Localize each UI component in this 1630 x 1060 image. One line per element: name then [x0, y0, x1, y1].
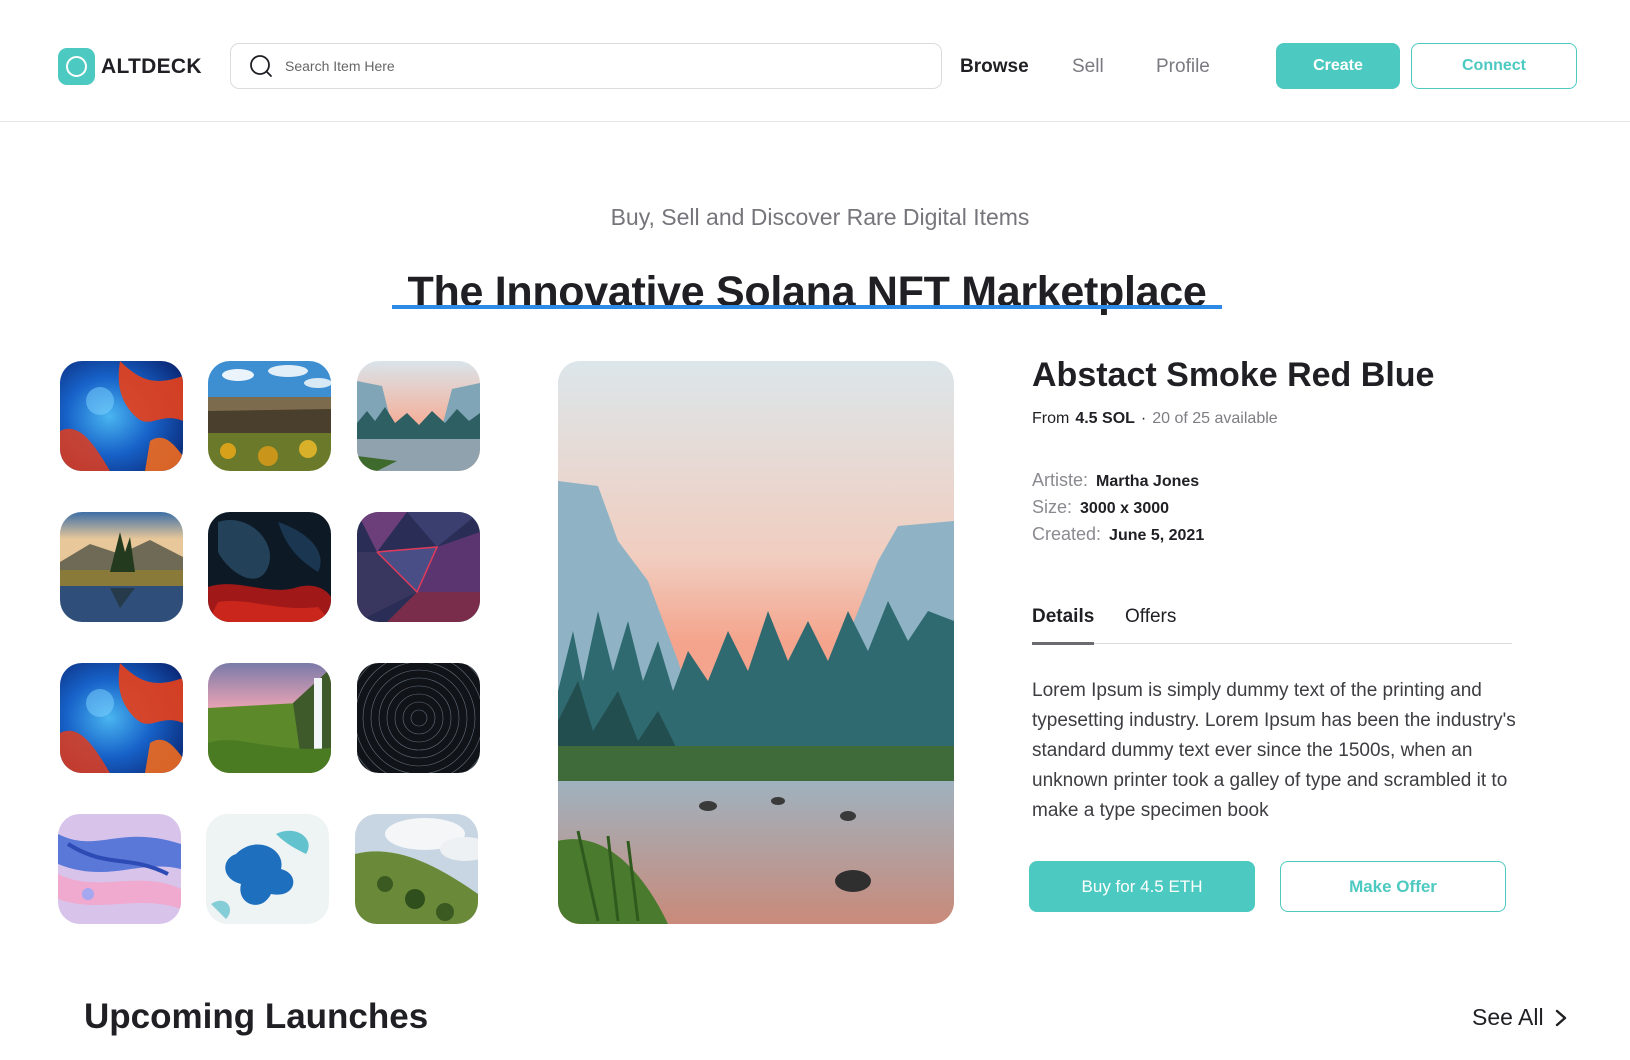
featured-artwork-image[interactable] — [558, 361, 954, 924]
hero-tagline: Buy, Sell and Discover Rare Digital Item… — [610, 204, 1030, 230]
brand-name: ALTDECK — [101, 54, 202, 78]
logo-mark-icon — [58, 48, 95, 85]
meta-size-label: Size: — [1032, 497, 1073, 517]
meta-artist: Artiste: Martha Jones — [1032, 470, 1199, 491]
meta-artist-value: Martha Jones — [1096, 473, 1200, 490]
thumbnail-pastel-marble[interactable] — [58, 814, 181, 924]
search-icon — [250, 55, 272, 77]
item-title: Abstact Smoke Red Blue — [1032, 356, 1435, 394]
thumbnail-green-hillside[interactable] — [355, 814, 478, 924]
brand-logo[interactable]: ALTDECK — [58, 48, 202, 85]
price-prefix: From — [1032, 410, 1070, 427]
nav-browse[interactable]: Browse — [960, 56, 1029, 78]
thumbnail-waterfall[interactable] — [208, 663, 331, 773]
meta-created-value: June 5, 2021 — [1109, 527, 1205, 544]
thumbnail-lake-reflection[interactable] — [60, 512, 183, 622]
chevron-right-icon — [1555, 1009, 1566, 1026]
search-bar[interactable] — [230, 43, 942, 89]
item-description: Lorem Ipsum is simply dummy text of the … — [1032, 680, 1516, 821]
availability-text: 20 of 25 available — [1152, 410, 1278, 427]
thumbnail-canyon[interactable] — [208, 361, 331, 471]
tab-details[interactable]: Details — [1032, 606, 1094, 628]
thumbnail-mountain-valley[interactable] — [357, 361, 480, 471]
price-separator: · — [1140, 410, 1147, 427]
create-button[interactable]: Create — [1276, 43, 1400, 89]
make-offer-button[interactable]: Make Offer — [1280, 861, 1506, 912]
meta-size-value: 3000 x 3000 — [1080, 500, 1170, 517]
meta-created: Created: June 5, 2021 — [1032, 524, 1204, 545]
thumbnail-abstract-smoke-2[interactable] — [60, 663, 183, 773]
hero-title: The Innovative Solana NFT Marketplace — [407, 268, 1207, 316]
item-price: 4.5 SOL — [1075, 410, 1135, 427]
nav-profile[interactable]: Profile — [1156, 56, 1210, 78]
thumbnail-blue-ink[interactable] — [206, 814, 329, 924]
see-all-link[interactable]: See All — [1472, 1004, 1568, 1031]
connect-button[interactable]: Connect — [1411, 43, 1577, 89]
top-header: ALTDECK Browse Sell Profile Create Conne… — [0, 0, 1630, 122]
meta-artist-label: Artiste: — [1032, 470, 1089, 490]
hero-title-underline — [392, 305, 1222, 309]
nav-sell[interactable]: Sell — [1072, 56, 1104, 78]
thumbnail-star-trails[interactable] — [357, 663, 480, 773]
search-input[interactable] — [285, 58, 905, 74]
item-tabs: Details Offers — [1032, 600, 1512, 645]
active-tab-indicator — [1032, 642, 1094, 645]
meta-created-label: Created: — [1032, 524, 1102, 544]
price-line: From 4.5 SOL · 20 of 25 available — [1032, 410, 1278, 428]
thumbnail-dark-smoke[interactable] — [208, 512, 331, 622]
thumbnail-abstract-smoke[interactable] — [60, 361, 183, 471]
see-all-label: See All — [1472, 1004, 1544, 1030]
upcoming-launches-heading: Upcoming Launches — [84, 997, 429, 1036]
tab-offers[interactable]: Offers — [1125, 606, 1176, 628]
thumbnail-geometric[interactable] — [357, 512, 480, 622]
meta-size: Size: 3000 x 3000 — [1032, 497, 1169, 518]
buy-button[interactable]: Buy for 4.5 ETH — [1029, 861, 1255, 912]
